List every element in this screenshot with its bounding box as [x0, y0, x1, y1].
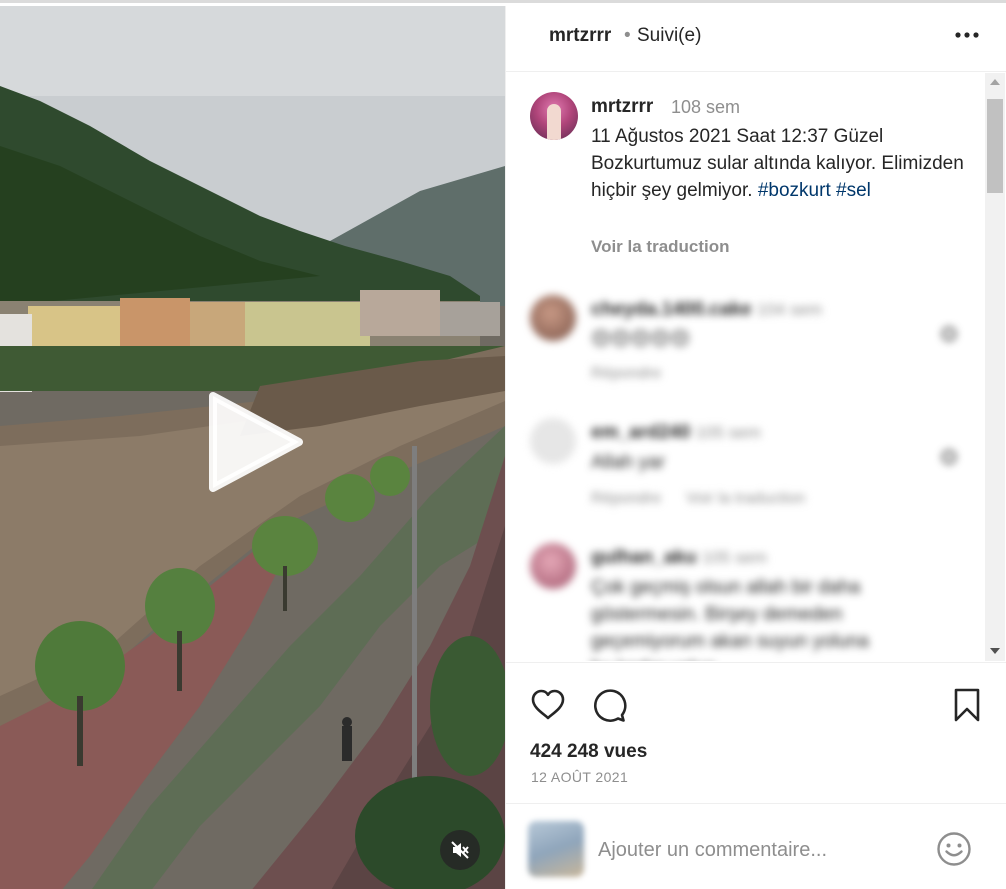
separator-dot: • — [624, 25, 631, 46]
comment-bubble-icon[interactable] — [591, 687, 627, 723]
caption-timestamp[interactable]: 108 sem — [671, 97, 740, 118]
comments-section[interactable]: mrtzrrr 108 sem 11 Ağustos 2021 Saat 12:… — [506, 73, 1006, 661]
mute-toggle-button[interactable] — [440, 830, 480, 870]
add-comment-bar — [506, 803, 1006, 889]
commenter-avatar[interactable] — [530, 543, 576, 589]
play-icon[interactable] — [205, 390, 305, 494]
author-username[interactable]: mrtzrrr — [549, 25, 611, 47]
following-button[interactable]: Suivi(e) — [637, 25, 701, 47]
comment-text: Çok geçmiş olsun allah bir daha gösterme… — [591, 577, 869, 661]
more-options-icon[interactable] — [952, 20, 982, 50]
avatar-figure — [547, 104, 561, 140]
hashtag-link[interactable]: #bozkurt — [758, 180, 831, 201]
caption-text: 11 Ağustos 2021 Saat 12:37 Güzel Bozkurt… — [591, 123, 971, 204]
scroll-up-arrow-icon[interactable] — [990, 79, 1000, 85]
comment-item: em_ard240 105 sem Allah yar Répondre Voi… — [506, 418, 976, 518]
commenter-username[interactable]: cheyda.1400.cake 104 sem — [591, 299, 822, 321]
heart-icon[interactable] — [530, 687, 566, 723]
comment-item: gulhan_aku 105 sem Çok geçmiş olsun alla… — [506, 543, 976, 661]
comment-like-icon[interactable] — [942, 450, 956, 464]
comment-text: 😔😔😔😔😔 — [591, 329, 691, 350]
see-translation-link[interactable]: Voir la traduction — [686, 490, 805, 508]
view-count[interactable]: 424 248 vues — [530, 741, 647, 763]
comment-input[interactable] — [598, 834, 918, 866]
muted-speaker-icon — [451, 841, 469, 859]
post-header: mrtzrrr • Suivi(e) — [506, 6, 1006, 72]
comment-like-icon[interactable] — [942, 327, 956, 341]
see-translation-link[interactable]: Voir la traduction — [591, 237, 730, 257]
commenter-avatar[interactable] — [530, 418, 576, 464]
author-avatar[interactable] — [530, 92, 578, 140]
reply-link[interactable]: Répondre — [591, 365, 661, 383]
commenter-username[interactable]: gulhan_aku 105 sem — [591, 547, 767, 569]
scroll-down-arrow-icon[interactable] — [990, 648, 1000, 654]
caption-username[interactable]: mrtzrrr — [591, 96, 653, 118]
comment-text: Allah yar — [591, 452, 665, 473]
comment-item: cheyda.1400.cake 104 sem 😔😔😔😔😔 Répondre — [506, 295, 976, 395]
post-actions: 424 248 vues 12 AOÛT 2021 — [506, 662, 1006, 802]
post-modal: mrtzrrr • Suivi(e) mrtzrrr 108 sem 11 Ağ… — [0, 0, 1006, 889]
scrollbar-thumb[interactable] — [987, 99, 1003, 193]
smiley-icon[interactable] — [936, 831, 972, 867]
bookmark-icon[interactable] — [949, 687, 985, 723]
post-details-panel: mrtzrrr • Suivi(e) mrtzrrr 108 sem 11 Ağ… — [505, 6, 1006, 889]
post-date[interactable]: 12 AOÛT 2021 — [531, 769, 628, 785]
commenter-avatar[interactable] — [530, 295, 576, 341]
hashtag-link[interactable]: #sel — [836, 180, 871, 201]
current-user-avatar — [528, 821, 584, 877]
commenter-username[interactable]: em_ard240 105 sem — [591, 422, 761, 444]
reply-link[interactable]: Répondre — [591, 490, 661, 508]
comments-scrollbar[interactable] — [985, 73, 1005, 661]
video-player[interactable] — [0, 6, 505, 889]
